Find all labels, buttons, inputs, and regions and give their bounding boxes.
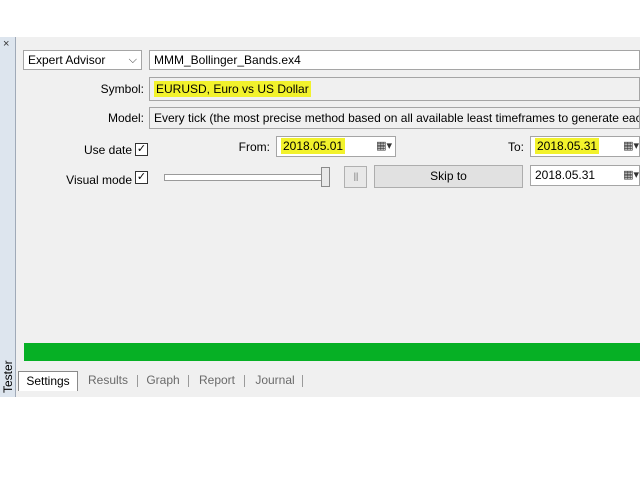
symbol-label: Symbol: bbox=[100, 82, 144, 96]
from-label: From: bbox=[238, 140, 270, 154]
from-date-input[interactable]: 2018.05.01 ▦▾ bbox=[276, 136, 396, 157]
from-date-value: 2018.05.01 bbox=[281, 138, 346, 154]
tester-panel-label: Tester bbox=[1, 360, 15, 394]
use-date-checkbox[interactable]: ✓ bbox=[135, 143, 148, 156]
close-icon[interactable]: × bbox=[3, 38, 9, 50]
to-date-input[interactable]: 2018.05.31 ▦▾ bbox=[530, 136, 640, 157]
test-progress-bar bbox=[24, 343, 640, 361]
program-type-select[interactable]: Expert Advisor ⌵ bbox=[23, 50, 142, 70]
tab-results[interactable]: Results bbox=[82, 371, 134, 391]
visual-speed-slider[interactable] bbox=[164, 174, 326, 181]
to-date-value: 2018.05.31 bbox=[535, 138, 600, 154]
model-value: Every tick (the most precise method base… bbox=[154, 111, 640, 125]
model-label: Model: bbox=[107, 111, 144, 125]
calendar-icon[interactable]: ▦▾ bbox=[376, 137, 392, 155]
tab-separator bbox=[137, 375, 138, 387]
calendar-icon[interactable]: ▦▾ bbox=[623, 137, 639, 155]
tab-separator bbox=[188, 375, 189, 387]
chevron-down-icon: ⌵ bbox=[128, 54, 137, 66]
expert-file-select[interactable]: MMM_Bollinger_Bands.ex4 bbox=[149, 50, 640, 70]
symbol-select[interactable]: EURUSD, Euro vs US Dollar bbox=[149, 77, 640, 101]
slider-thumb[interactable] bbox=[321, 167, 330, 187]
tester-window: × Tester Expert Advisor ⌵ MMM_Bollinger_… bbox=[0, 37, 640, 397]
visual-mode-label: Visual mode bbox=[66, 173, 132, 187]
program-type-value: Expert Advisor bbox=[28, 53, 106, 67]
expert-file-value: MMM_Bollinger_Bands.ex4 bbox=[154, 53, 301, 67]
skip-to-date-value: 2018.05.31 bbox=[535, 168, 596, 182]
skip-to-button[interactable]: Skip to bbox=[374, 165, 523, 188]
pause-button[interactable]: II bbox=[344, 166, 367, 188]
symbol-value: EURUSD, Euro vs US Dollar bbox=[154, 81, 311, 97]
tab-settings[interactable]: Settings bbox=[18, 371, 78, 391]
tester-side-strip: × Tester bbox=[0, 37, 16, 397]
skip-to-date-input[interactable]: 2018.05.31 ▦▾ bbox=[530, 165, 640, 186]
tab-journal[interactable]: Journal bbox=[248, 371, 302, 391]
use-date-label: Use date bbox=[83, 143, 132, 157]
to-label: To: bbox=[507, 140, 524, 154]
tester-tab-bar: Settings Results Graph Report Journal bbox=[16, 371, 640, 391]
visual-mode-checkbox[interactable]: ✓ bbox=[135, 171, 148, 184]
calendar-icon[interactable]: ▦▾ bbox=[623, 166, 639, 184]
tab-graph[interactable]: Graph bbox=[141, 371, 185, 391]
tab-separator bbox=[244, 375, 245, 387]
model-select[interactable]: Every tick (the most precise method base… bbox=[149, 107, 640, 129]
tab-separator bbox=[302, 375, 303, 387]
tab-report[interactable]: Report bbox=[192, 371, 242, 391]
